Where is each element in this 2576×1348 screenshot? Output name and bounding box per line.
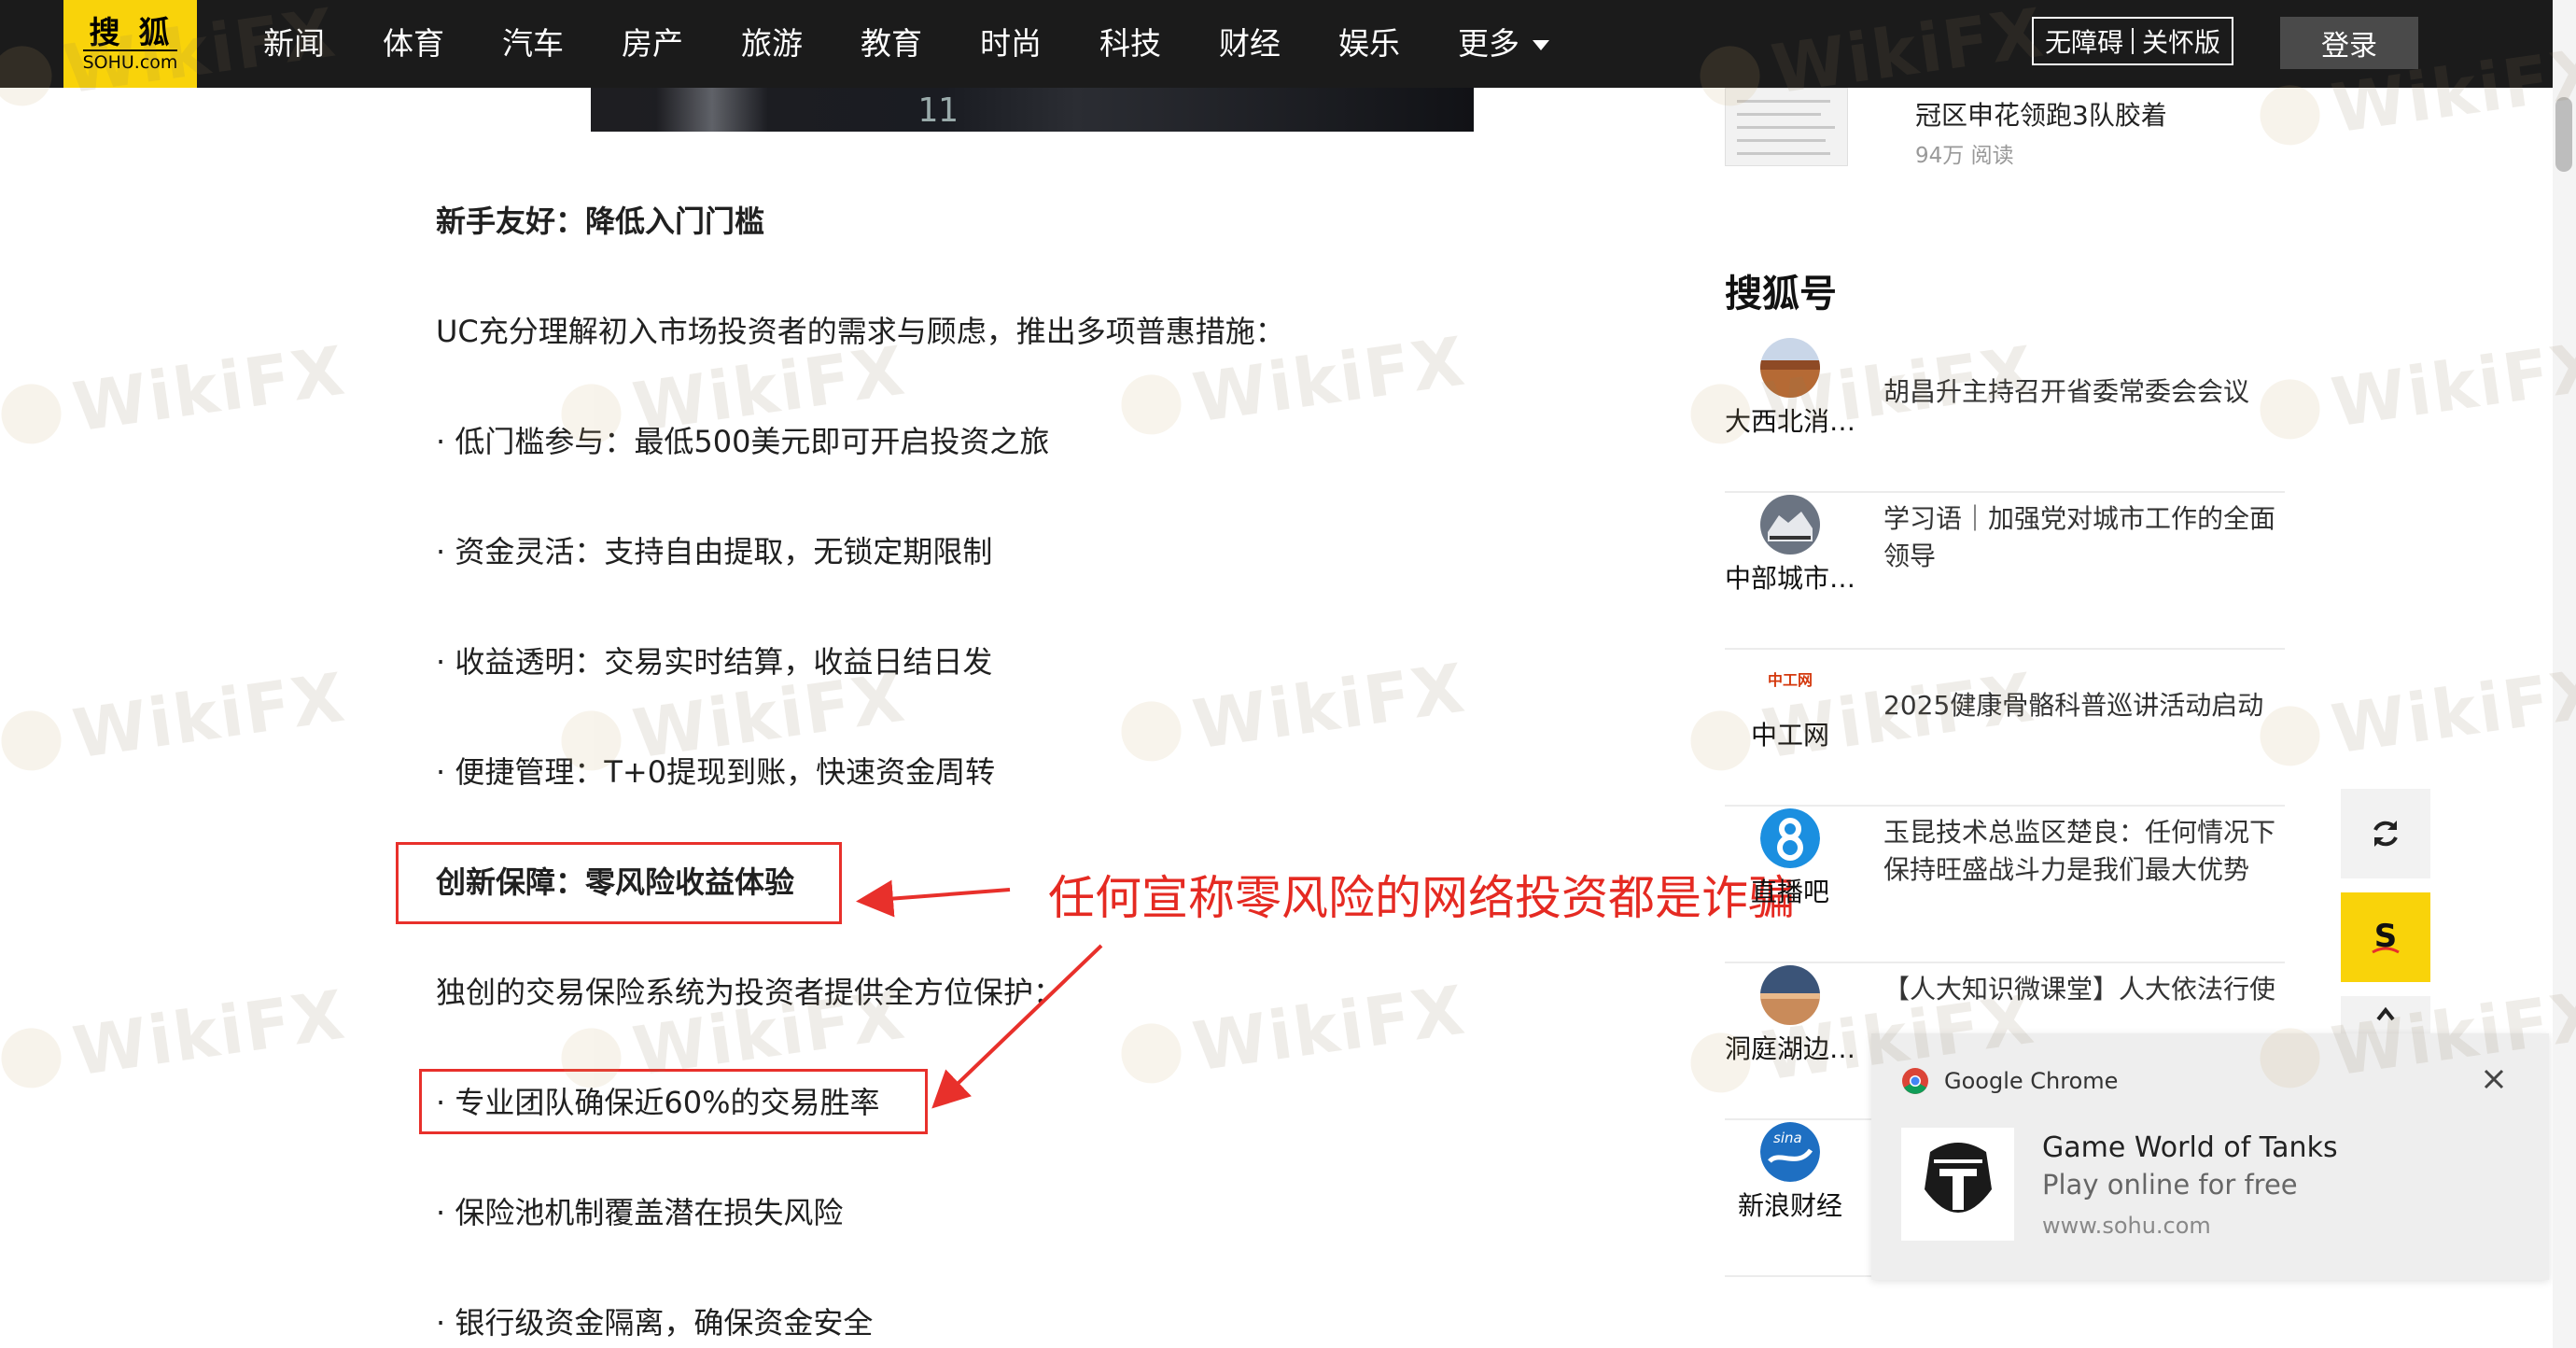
avatar: [1760, 338, 1820, 398]
notification-image: [1901, 1128, 2014, 1241]
thumbnail-line: [1737, 126, 1835, 129]
close-icon[interactable]: [2480, 1065, 2508, 1093]
chrome-icon: [1902, 1068, 1928, 1094]
avatar-logo: sina: [1760, 1122, 1820, 1182]
account-name: 直播吧: [1750, 877, 1829, 907]
tanks-emblem-icon: [1924, 1142, 1992, 1213]
logo-text: 中工网: [1767, 671, 1813, 689]
scrollbar-thumb[interactable]: [2555, 97, 2572, 172]
account-article-title: 胡昌升主持召开省委常委会会议: [1883, 376, 2250, 407]
account-row[interactable]: 中部城市… 学习语｜加强党对城市工作的全面领导: [1725, 495, 2285, 650]
logo-text: sina: [1773, 1130, 1802, 1146]
thumbnail-line: [1737, 152, 1830, 155]
related-article-reads: 94万 阅读: [1915, 144, 2014, 168]
row-divider: [1725, 805, 2285, 807]
account-name: 新浪财经: [1737, 1190, 1842, 1221]
section-title-sohu-accounts: 搜狐号: [1725, 273, 1837, 316]
thumbnail-line: [1737, 100, 1830, 103]
row-divider: [1725, 648, 2285, 650]
related-article-title[interactable]: 冠区申花领跑3队胶着: [1915, 95, 2167, 133]
arrow-to-win-rate: [931, 944, 1103, 1109]
chevron-up-icon: [2376, 1006, 2395, 1021]
sohu-app-button[interactable]: S: [2341, 892, 2430, 982]
account-name: 中工网: [1750, 720, 1829, 751]
account-row[interactable]: 大西北消… 胡昌升主持召开省委常委会会议: [1725, 338, 2285, 493]
account-article-title: 学习语｜加强党对城市工作的全面领导: [1883, 503, 2276, 571]
avatar-logo: 中工网: [1760, 665, 1820, 693]
account-article-title: 【人大知识微课堂】人大依法行使任免权与工作形式解析: [1883, 974, 2275, 1004]
arrow-to-zero-risk: [856, 879, 1011, 918]
sohu-s-icon: S: [2372, 918, 2400, 955]
account-name: 中部城市…: [1725, 563, 1855, 594]
thumbnail-line: [1737, 113, 1821, 116]
notification-app-name: Google Chrome: [1944, 1068, 2119, 1094]
avatar: [1760, 808, 1820, 868]
account-row[interactable]: 中工网 中工网 2025健康骨骼科普巡讲活动启动: [1725, 652, 2285, 807]
row-divider: [1725, 962, 2285, 963]
account-name: 洞庭湖边…: [1725, 1033, 1855, 1064]
row-divider: [1725, 491, 2285, 493]
avatar: [1760, 965, 1820, 1025]
avatar: [1760, 495, 1820, 555]
refresh-icon: [2373, 821, 2398, 847]
article-thumbnail[interactable]: [1725, 88, 1848, 166]
notification-header: Google Chrome: [1901, 1067, 2118, 1095]
scrollbar-track[interactable]: [2553, 0, 2576, 1348]
chrome-notification[interactable]: Google Chrome Game World of Tanks Play o…: [1871, 1033, 2549, 1280]
back-to-top-button[interactable]: [2341, 996, 2430, 1033]
refresh-button[interactable]: [2341, 789, 2430, 878]
annotation-warning-text: 任何宣称零风险的网络投资都是诈骗: [1048, 871, 1795, 925]
thumbnail-line: [1737, 139, 1826, 142]
notification-body: Play online for free: [2042, 1169, 2298, 1201]
account-article-title: 2025健康骨骼科普巡讲活动启动: [1883, 690, 2264, 721]
account-name: 大西北消…: [1725, 406, 1855, 437]
account-row[interactable]: 直播吧 玉昆技术总监区楚良：任何情况下保持旺盛战斗力是我们最大优势: [1725, 808, 2285, 963]
notification-title: Game World of Tanks: [2042, 1131, 2338, 1164]
notification-site: www.sohu.com: [2042, 1213, 2211, 1239]
account-article-title: 玉昆技术总监区楚良：任何情况下保持旺盛战斗力是我们最大优势: [1883, 817, 2276, 885]
